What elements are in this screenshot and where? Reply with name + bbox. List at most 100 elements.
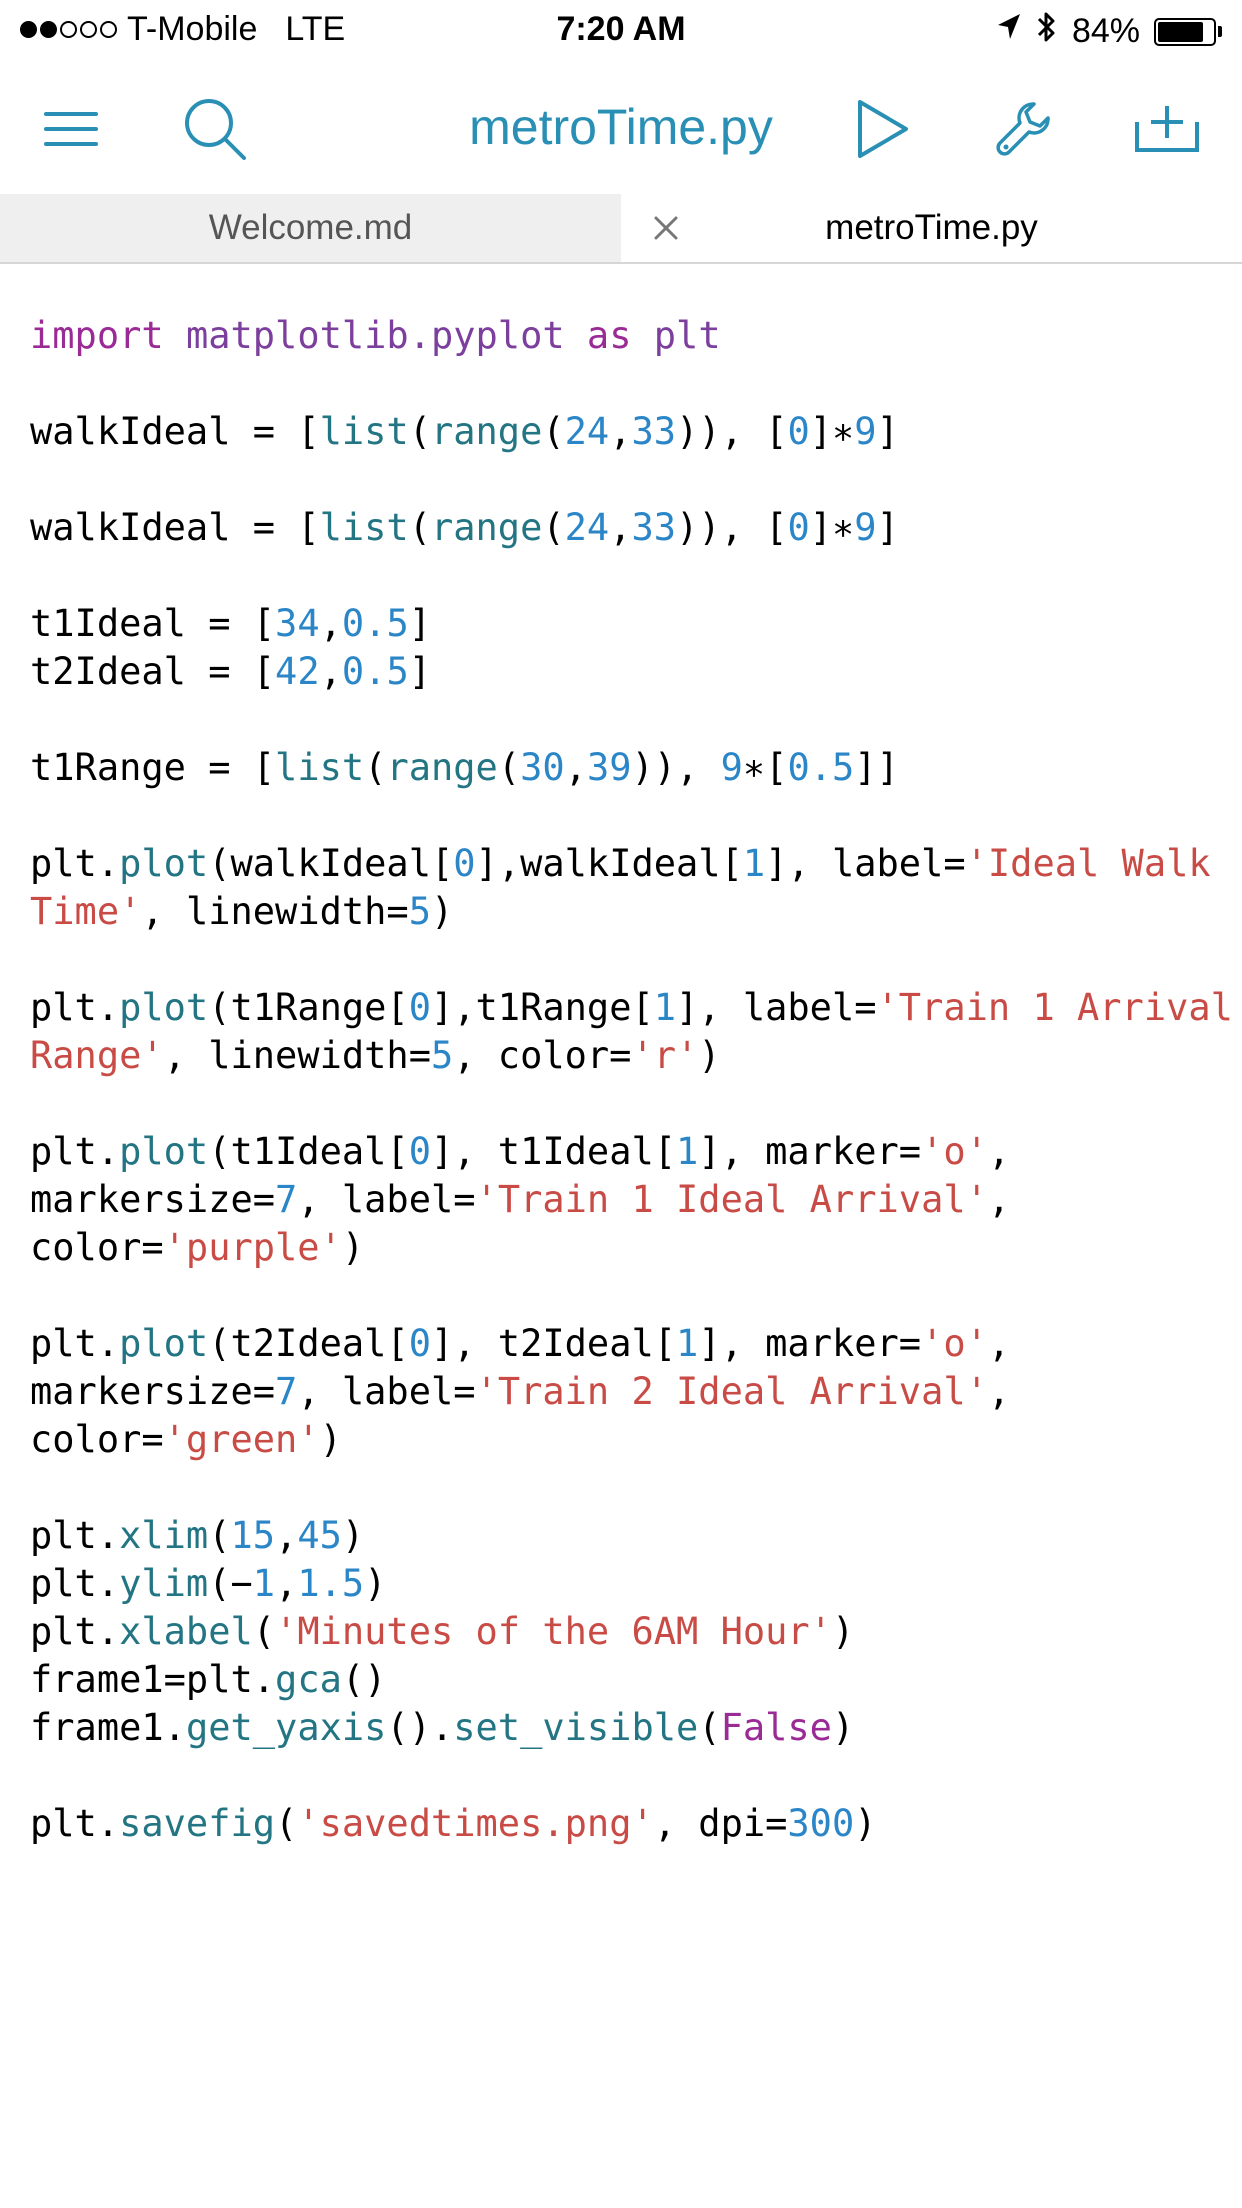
code-token: ) — [430, 890, 454, 933]
code-token: plt — [653, 314, 721, 357]
code-token: (t1Ideal[ — [208, 1130, 409, 1173]
code-token: , — [987, 1370, 1011, 1413]
code-token: ], marker= — [698, 1322, 922, 1365]
code-token: , — [275, 1514, 298, 1557]
play-icon[interactable] — [848, 94, 918, 164]
location-arrow-icon — [996, 12, 1022, 51]
code-line: plt.plot(walkIdeal[0],walkIdeal[1], labe… — [30, 840, 1220, 888]
code-token: , label= — [297, 1178, 476, 1221]
status-right: 84% — [996, 10, 1222, 53]
bluetooth-icon — [1036, 10, 1058, 53]
editor-toolbar: metroTime.py — [0, 62, 1242, 194]
code-token: plot — [119, 986, 209, 1029]
code-token: 24 — [564, 506, 610, 549]
code-token: 0 — [408, 986, 431, 1029]
code-token: ) — [831, 1610, 855, 1653]
code-line: frame1.get_yaxis().set_visible(False) — [30, 1704, 1220, 1752]
code-token: ( — [275, 1802, 298, 1845]
tab-bar: Welcome.md metroTime.py — [0, 194, 1242, 264]
code-token: ( — [497, 746, 521, 789]
code-token: plt. — [30, 1130, 120, 1173]
code-token: ( — [698, 1706, 721, 1749]
code-line: plt.plot(t1Ideal[0], t1Ideal[1], marker=… — [30, 1128, 1220, 1176]
code-token: 'savedtimes.png' — [297, 1802, 654, 1845]
tab-label: metroTime.py — [825, 208, 1038, 247]
code-line: Time', linewidth=5) — [30, 888, 1220, 936]
code-line: t2Ideal = [42,0.5] — [30, 648, 1220, 696]
code-token: 9 — [720, 746, 743, 789]
code-token: 33 — [631, 506, 677, 549]
code-token: 'Train 2 Ideal Arrival' — [475, 1370, 988, 1413]
code-token: 'o' — [921, 1130, 988, 1173]
code-token: 1 — [742, 842, 766, 885]
code-token: 0 — [453, 842, 476, 885]
code-token: ], label= — [765, 842, 966, 885]
code-token: , — [987, 1322, 1011, 1365]
code-token: xlim — [119, 1514, 209, 1557]
code-token: plt. — [30, 1802, 120, 1845]
code-token: ) — [364, 1562, 387, 1605]
code-token: ] — [876, 506, 899, 549]
code-token: 7 — [275, 1178, 298, 1221]
code-token: ]∗ — [809, 410, 855, 453]
code-line: frame1=plt.gca() — [30, 1656, 1220, 1704]
code-token: xlabel — [119, 1610, 253, 1653]
code-token: 'o' — [921, 1322, 988, 1365]
code-token: ) — [831, 1706, 855, 1749]
code-line: walkIdeal = [list(range(24,33)), [0]∗9] — [30, 408, 1220, 456]
code-token: walkIdeal = [ — [30, 410, 320, 453]
code-line: Range', linewidth=5, color='r') — [30, 1032, 1220, 1080]
code-token: 'r' — [631, 1034, 699, 1077]
code-token: ( — [408, 506, 431, 549]
code-token: plot — [119, 842, 209, 885]
battery-tip — [1218, 26, 1222, 37]
code-token: 0 — [787, 506, 810, 549]
code-token: list — [319, 410, 409, 453]
code-token: (t2Ideal[ — [208, 1322, 409, 1365]
code-token: 9 — [854, 506, 877, 549]
code-token: 9 — [854, 410, 877, 453]
code-token: (− — [208, 1562, 253, 1605]
code-token: 33 — [631, 410, 677, 453]
code-token: walkIdeal = [ — [30, 506, 320, 549]
close-icon[interactable] — [646, 208, 686, 248]
code-token: )), [ — [676, 410, 788, 453]
code-token: ], t2Ideal[ — [430, 1322, 677, 1365]
code-token: ylim — [119, 1562, 209, 1605]
code-token: ], t1Ideal[ — [430, 1130, 677, 1173]
code-token: color= — [30, 1226, 164, 1269]
code-line: plt.plot(t2Ideal[0], t2Ideal[1], marker=… — [30, 1320, 1220, 1368]
code-token: t1Range = [ — [30, 746, 276, 789]
code-token: frame1=plt. — [30, 1658, 276, 1701]
code-token: plot — [119, 1130, 209, 1173]
code-token: 5 — [408, 890, 431, 933]
tab-welcome-md[interactable]: Welcome.md — [0, 194, 621, 262]
code-token: , label= — [297, 1370, 476, 1413]
code-token: ], marker= — [698, 1130, 922, 1173]
code-token: frame1. — [30, 1706, 186, 1749]
code-token: ( — [542, 506, 565, 549]
code-token: 5 — [430, 1034, 454, 1077]
code-line: markersize=7, label='Train 2 Ideal Arriv… — [30, 1368, 1220, 1416]
code-line: markersize=7, label='Train 1 Ideal Arriv… — [30, 1176, 1220, 1224]
code-token: plt. — [30, 1610, 120, 1653]
tab-metrotime-py[interactable]: metroTime.py — [621, 194, 1242, 262]
code-token: , — [275, 1562, 298, 1605]
code-editor[interactable]: import matplotlib.pyplot as plt walkIdea… — [30, 312, 1233, 1848]
code-token: plt. — [30, 1322, 120, 1365]
code-line: plt.xlabel('Minutes of the 6AM Hour') — [30, 1608, 1220, 1656]
code-token: 1 — [653, 986, 677, 1029]
code-token: , — [609, 410, 632, 453]
wrench-icon[interactable] — [990, 94, 1060, 164]
code-token: 0 — [787, 410, 810, 453]
code-token: ] — [876, 410, 899, 453]
code-token: 15 — [230, 1514, 276, 1557]
code-token: t1Ideal = [ — [30, 602, 276, 645]
code-token: , color= — [453, 1034, 632, 1077]
add-file-icon[interactable] — [1132, 94, 1202, 164]
code-line: t1Ideal = [34,0.5] — [30, 600, 1220, 648]
